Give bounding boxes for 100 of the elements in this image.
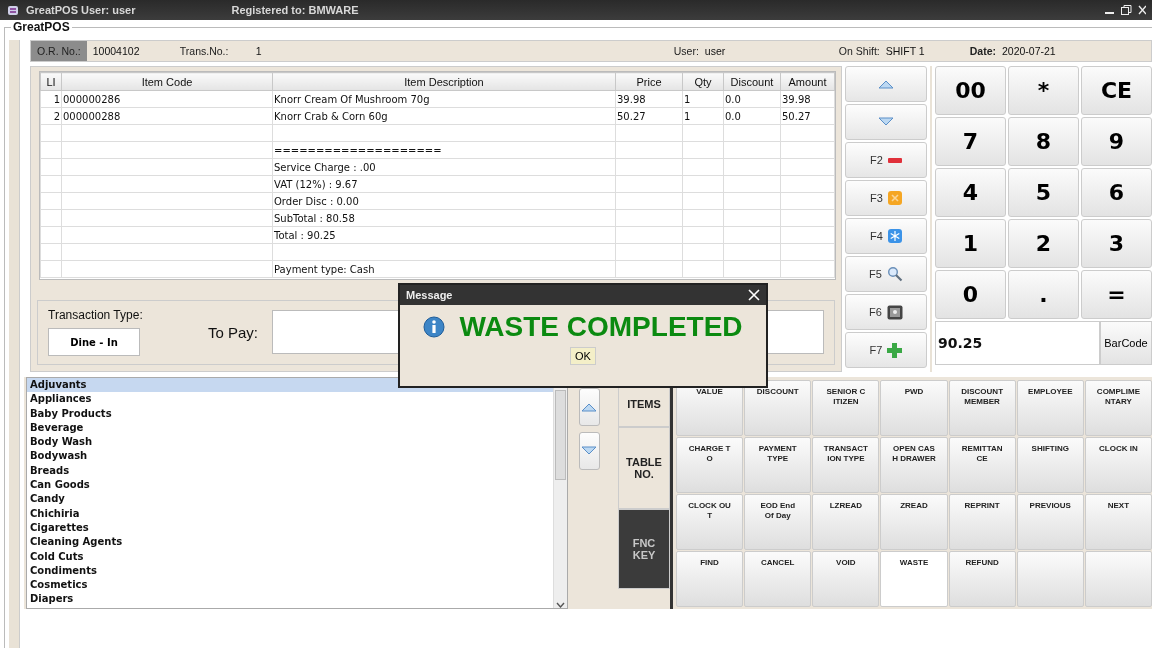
date-value: 2020-07-21 bbox=[1001, 45, 1056, 57]
function-button[interactable]: CLOCK IN bbox=[1084, 437, 1152, 493]
function-button[interactable]: EMPLOYEE bbox=[1016, 380, 1084, 436]
table-cell: 39.98 bbox=[780, 90, 835, 108]
category-item[interactable]: Condiments bbox=[27, 563, 553, 579]
category-item[interactable]: Cosmetics bbox=[27, 578, 553, 593]
column-header: Price bbox=[615, 72, 683, 91]
function-button[interactable]: LZREAD bbox=[812, 494, 880, 550]
function-key[interactable]: F3 bbox=[845, 180, 927, 216]
table-cell: Knorr Crab & Corn 60g bbox=[272, 107, 616, 125]
function-button[interactable]: PAYMENT TYPE bbox=[744, 437, 812, 493]
function-button[interactable]: REFUND bbox=[948, 551, 1016, 607]
function-button[interactable]: TRANSACT ION TYPE bbox=[812, 437, 880, 493]
function-button[interactable]: WASTE bbox=[880, 551, 948, 607]
function-button[interactable]: FIND bbox=[676, 551, 744, 607]
function-key[interactable]: F7 bbox=[845, 332, 927, 368]
table-cell: 1 bbox=[682, 90, 724, 108]
keypad-key[interactable]: 7 bbox=[935, 117, 1006, 166]
function-button[interactable]: CANCEL bbox=[744, 551, 812, 607]
function-button[interactable]: ZREAD bbox=[880, 494, 948, 550]
category-item[interactable]: Appliances bbox=[27, 392, 553, 407]
function-button[interactable]: SENIOR C ITIZEN bbox=[812, 380, 880, 436]
column-header: Item Description bbox=[272, 72, 616, 91]
table-cell: 50.27 bbox=[780, 107, 835, 125]
trans-number: 1 bbox=[254, 45, 263, 57]
category-item[interactable]: Candy bbox=[27, 492, 553, 507]
category-item[interactable]: Bodywash bbox=[27, 449, 553, 464]
table-cell: 1 bbox=[40, 90, 62, 108]
table-cell: Total : 90.25 bbox=[272, 226, 616, 244]
function-button[interactable]: CLOCK OU T bbox=[676, 494, 744, 550]
table-cell: Payment type: Cash bbox=[272, 260, 616, 278]
keypad-key[interactable]: 0 bbox=[935, 270, 1006, 319]
keypad-key[interactable]: 00 bbox=[935, 66, 1006, 115]
keypad-key[interactable]: = bbox=[1081, 270, 1152, 319]
shift-value: SHIFT 1 bbox=[884, 45, 926, 57]
function-button[interactable]: VOID bbox=[812, 551, 880, 607]
function-key[interactable]: F4 bbox=[845, 218, 927, 254]
table-cell: 0.0 bbox=[723, 107, 781, 125]
date-label: Date: bbox=[968, 45, 996, 57]
column-header: Qty bbox=[682, 72, 724, 91]
dialog-title: Message bbox=[406, 289, 453, 301]
keypad-key[interactable]: 1 bbox=[935, 219, 1006, 268]
registered-text: Registered to: BMWARE bbox=[231, 4, 359, 16]
trans-label: Trans.No.: bbox=[178, 45, 230, 57]
function-button[interactable]: PREVIOUS bbox=[1016, 494, 1084, 550]
table-cell: VAT (12%) : 9.67 bbox=[272, 175, 616, 193]
column-header: Discount bbox=[723, 72, 781, 91]
category-item[interactable]: Body Wash bbox=[27, 435, 553, 450]
table-cell: 0.0 bbox=[723, 90, 781, 108]
function-button[interactable]: DISCOUNT bbox=[744, 380, 812, 436]
amount-display: 90.25 bbox=[935, 321, 1100, 365]
function-button[interactable]: REPRINT bbox=[948, 494, 1016, 550]
keypad-key[interactable]: * bbox=[1008, 66, 1079, 115]
keypad-key[interactable]: 5 bbox=[1008, 168, 1079, 217]
keypad-key[interactable]: 8 bbox=[1008, 117, 1079, 166]
table-cell: 39.98 bbox=[615, 90, 683, 108]
category-item[interactable]: Cold Cuts bbox=[27, 549, 553, 564]
ok-button[interactable]: OK bbox=[570, 347, 596, 365]
table-cell: SubTotal : 80.58 bbox=[272, 209, 616, 227]
function-button[interactable]: DISCOUNT MEMBER bbox=[948, 380, 1016, 436]
category-item[interactable]: Baby Products bbox=[27, 406, 553, 421]
keypad-key[interactable]: 9 bbox=[1081, 117, 1152, 166]
category-item[interactable]: Chichiria bbox=[27, 506, 553, 521]
function-button[interactable]: REMITTAN CE bbox=[948, 437, 1016, 493]
category-item[interactable]: Diapers bbox=[27, 592, 553, 607]
function-button[interactable]: NEXT bbox=[1084, 494, 1152, 550]
transaction-type-button[interactable]: Dine - In bbox=[48, 328, 140, 357]
user-label: User: bbox=[672, 45, 699, 57]
window-title: GreatPOS User: user bbox=[26, 4, 136, 16]
column-header: Item Code bbox=[61, 72, 273, 91]
category-item[interactable]: Cigarettes bbox=[27, 520, 553, 536]
transaction-type-label: Transaction Type: bbox=[48, 308, 144, 323]
keypad-key[interactable]: CE bbox=[1081, 66, 1152, 115]
keypad-key[interactable]: 4 bbox=[935, 168, 1006, 217]
category-item[interactable]: Beverage bbox=[27, 420, 553, 436]
tab[interactable]: TABLE NO. bbox=[618, 427, 670, 509]
keypad-key[interactable]: 6 bbox=[1081, 168, 1152, 217]
table-cell: 2 bbox=[40, 107, 62, 125]
function-button[interactable]: PWD bbox=[880, 380, 948, 436]
tab[interactable]: FNC KEY bbox=[618, 509, 670, 589]
function-key[interactable]: F5 bbox=[845, 256, 927, 292]
table-cell: 000000286 bbox=[61, 90, 273, 108]
keypad-key[interactable]: 2 bbox=[1008, 219, 1079, 268]
category-item[interactable]: Breads bbox=[27, 463, 553, 479]
category-item[interactable]: Cleaning Agents bbox=[27, 535, 553, 550]
function-key[interactable]: F6 bbox=[845, 294, 927, 330]
category-item[interactable]: Can Goods bbox=[27, 478, 553, 493]
or-number: 10004102 bbox=[91, 45, 141, 57]
function-button[interactable]: OPEN CAS H DRAWER bbox=[880, 437, 948, 493]
barcode-button[interactable]: BarCode bbox=[1100, 321, 1152, 365]
keypad-key[interactable]: . bbox=[1008, 270, 1079, 319]
function-key[interactable]: F2 bbox=[845, 142, 927, 178]
function-button[interactable]: COMPLIME NTARY bbox=[1084, 380, 1152, 436]
function-button[interactable]: SHIFTING bbox=[1016, 437, 1084, 493]
column-header: LI bbox=[40, 72, 62, 91]
user-value: user bbox=[703, 45, 727, 57]
function-button[interactable]: CHARGE T O bbox=[676, 437, 744, 493]
table-cell: ==================== bbox=[272, 141, 616, 159]
keypad-key[interactable]: 3 bbox=[1081, 219, 1152, 268]
function-button[interactable]: EOD End Of Day bbox=[744, 494, 812, 550]
